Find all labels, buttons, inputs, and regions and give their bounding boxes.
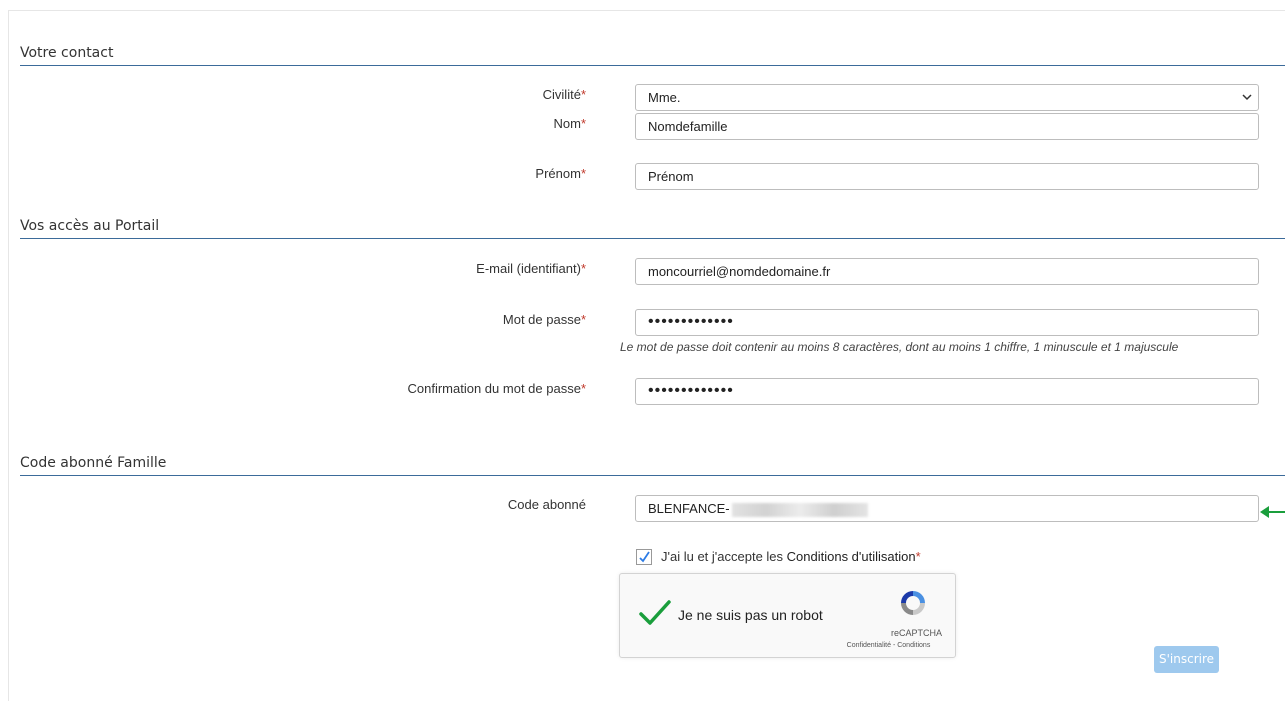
confirm-password-input[interactable]: ••••••••••••• bbox=[635, 378, 1259, 405]
code-abonne-label: Code abonné bbox=[507, 497, 586, 512]
password-help-text: Le mot de passe doit contenir au moins 8… bbox=[620, 340, 1179, 354]
recaptcha-logo-icon bbox=[901, 591, 925, 615]
code-abonne-input[interactable]: BLENFANCE- bbox=[635, 495, 1259, 522]
checkmark-icon bbox=[639, 551, 650, 563]
submit-button[interactable]: S'inscrire bbox=[1154, 646, 1219, 673]
recaptcha-brand: reCAPTCHA bbox=[890, 628, 942, 638]
prenom-input[interactable]: Prénom bbox=[635, 163, 1259, 190]
recaptcha-widget[interactable]: Je ne suis pas un robot reCAPTCHA Confid… bbox=[619, 573, 956, 658]
section-title-access: Vos accès au Portail bbox=[20, 218, 160, 234]
check-icon bbox=[639, 600, 671, 625]
section-divider bbox=[20, 475, 1285, 476]
nom-input[interactable]: Nomdefamille bbox=[635, 113, 1259, 140]
email-value: moncourriel@nomdedomaine.fr bbox=[648, 264, 831, 279]
email-input[interactable]: moncourriel@nomdedomaine.fr bbox=[635, 258, 1259, 285]
prenom-value: Prénom bbox=[648, 169, 694, 184]
nom-value: Nomdefamille bbox=[648, 119, 728, 134]
section-divider bbox=[20, 238, 1285, 239]
prenom-label: Prénom* bbox=[535, 166, 586, 181]
civilite-label: Civilité* bbox=[542, 87, 586, 102]
terms-checkbox[interactable] bbox=[636, 549, 652, 565]
confirm-password-label: Confirmation du mot de passe* bbox=[407, 381, 587, 396]
terms-link[interactable]: Conditions d'utilisation bbox=[787, 549, 916, 564]
civilite-select[interactable]: Mme. bbox=[635, 84, 1259, 111]
password-value: ••••••••••••• bbox=[648, 313, 734, 330]
redacted-code bbox=[731, 502, 868, 517]
section-title-code: Code abonné Famille bbox=[20, 455, 167, 471]
terms-label: J'ai lu et j'accepte les Conditions d'ut… bbox=[661, 549, 921, 564]
nom-label: Nom* bbox=[553, 116, 586, 131]
password-input[interactable]: ••••••••••••• bbox=[635, 309, 1259, 336]
section-title-contact: Votre contact bbox=[20, 45, 114, 61]
civilite-value: Mme. bbox=[648, 90, 681, 105]
password-label: Mot de passe* bbox=[502, 312, 586, 327]
code-abonne-value: BLENFANCE- bbox=[648, 501, 730, 516]
recaptcha-links[interactable]: Confidentialité - Conditions bbox=[820, 642, 957, 649]
arrow-left-icon bbox=[1260, 506, 1285, 518]
email-label: E-mail (identifiant)* bbox=[476, 261, 586, 276]
confirm-password-value: ••••••••••••• bbox=[648, 382, 734, 399]
recaptcha-label: Je ne suis pas un robot bbox=[678, 607, 823, 623]
section-divider bbox=[20, 65, 1285, 66]
chevron-down-icon bbox=[1242, 94, 1252, 101]
